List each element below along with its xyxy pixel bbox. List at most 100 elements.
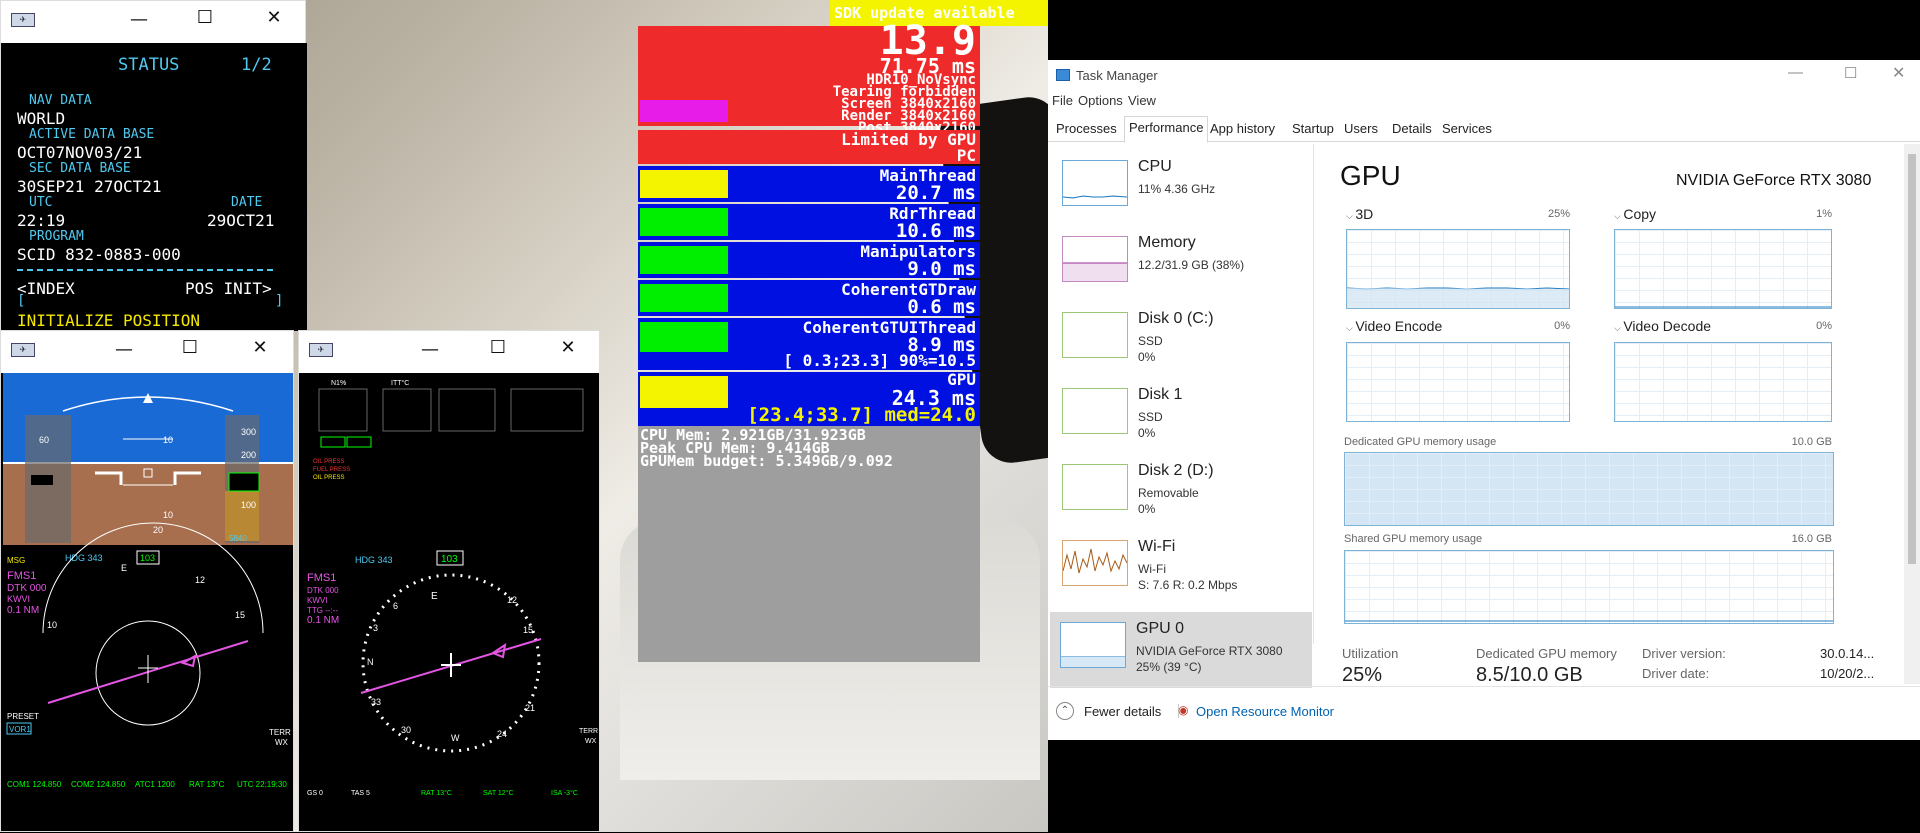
cdu-title: STATUS	[118, 55, 180, 75]
limited-pc: PC	[956, 146, 976, 165]
pfd-fms: FMS1	[7, 570, 36, 582]
dedicated-mem-label: Dedicated GPU memory	[1476, 646, 1617, 661]
menu-options[interactable]: Options	[1078, 93, 1123, 108]
thread-value: 0.6 ms	[907, 296, 976, 318]
gpu-thumb-graph	[1060, 622, 1126, 668]
thread-range: [ 0.3;23.3] 90%=10.5	[783, 351, 976, 370]
memory-thumb-graph	[1062, 236, 1128, 282]
mfd-kwv: KWVI	[307, 596, 327, 605]
resource-cpu[interactable]: CPU 11% 4.36 GHz	[1052, 156, 1314, 232]
maximize-button[interactable]: ☐	[182, 7, 228, 28]
active-db-value: OCT07NOV03/21	[17, 143, 143, 162]
scrollbar-thumb[interactable]	[1908, 154, 1916, 564]
menu-view[interactable]: View	[1128, 93, 1156, 108]
fps-graph	[640, 100, 728, 122]
pfd-hdg-box: 103	[140, 553, 155, 563]
utilization-value: 25%	[1342, 664, 1383, 686]
date-value: 29OCT21	[207, 211, 275, 230]
tab-processes[interactable]: Processes	[1052, 118, 1121, 142]
tab-users[interactable]: Users	[1340, 118, 1382, 142]
maximize-button[interactable]: ☐	[475, 337, 521, 358]
pfd-com1: COM1 124.850	[7, 780, 62, 789]
cdu-window[interactable]: ✈ — ☐ ✕ STATUS 1/2 NAV DATA WORLD ACTIVE…	[0, 0, 307, 331]
tab-startup[interactable]: Startup	[1288, 118, 1338, 142]
mfd-compass-15: 15	[523, 625, 533, 635]
thread-graph	[640, 284, 728, 312]
open-resource-monitor-link[interactable]: Open Resource Monitor	[1196, 704, 1334, 719]
pos-init-key[interactable]: POS INIT>	[185, 279, 272, 298]
thread-graph	[640, 170, 728, 198]
app-icon: ✈	[11, 343, 35, 357]
alt-200: 200	[241, 450, 256, 460]
speed-80: 60	[39, 435, 49, 445]
pfd-ils-alt: 5840	[229, 534, 247, 543]
nav-data-value: WORLD	[17, 109, 66, 128]
minimize-button[interactable]: —	[407, 339, 453, 360]
tab-performance[interactable]: Performance	[1124, 116, 1209, 143]
thread-graph	[640, 322, 728, 352]
pfd-display: 10 10 20 60 300 200 100 5840 MSG FMS1 DT…	[3, 373, 293, 828]
resource-wifi[interactable]: Wi-Fi Wi-Fi S: 7.6 R: 0.2 Mbps	[1052, 536, 1314, 612]
program-value: SCID 832-0883-000	[17, 245, 181, 264]
tab-services[interactable]: Services	[1438, 118, 1496, 142]
scrollbar[interactable]	[1904, 144, 1920, 684]
mfd-compass-12: 12	[507, 595, 517, 605]
graph-copy-title: Copy	[1623, 206, 1657, 222]
maximize-button[interactable]: ☐	[167, 337, 213, 358]
chevron-down-icon[interactable]: ⌵	[1346, 323, 1355, 333]
pfd-preset: PRESET	[7, 712, 39, 721]
graph-3d	[1346, 229, 1570, 309]
title-bar[interactable]: ✈ — ☐ ✕	[1, 1, 305, 43]
resource-gpu0[interactable]: GPU 0 NVIDIA GeForce RTX 3080 25% (39 °C…	[1050, 612, 1312, 688]
graph-decode	[1614, 342, 1832, 422]
chevron-down-icon[interactable]: ⌵	[1614, 323, 1623, 333]
pfd-dtk: DTK 000	[7, 583, 47, 594]
close-button[interactable]: ✕	[545, 337, 591, 358]
task-manager-window[interactable]: Task Manager — ☐ ✕ File Options View Pro…	[1048, 60, 1920, 740]
limited-panel: Limited by GPU PC	[638, 130, 980, 165]
tab-app-history[interactable]: App history	[1206, 118, 1279, 142]
close-button[interactable]: ✕	[1892, 63, 1905, 83]
pitch-10-up: 10	[163, 435, 173, 445]
resource-disk2[interactable]: Disk 2 (D:) Removable 0%	[1052, 460, 1314, 536]
resource-name: Disk 1	[1138, 386, 1183, 403]
minimize-button[interactable]: —	[1788, 64, 1803, 81]
graph-decode-pct: 0%	[1816, 320, 1832, 332]
mfd-tas: TAS 5	[351, 790, 370, 797]
menu-file[interactable]: File	[1052, 93, 1073, 108]
title-bar[interactable]: ✈ — ☐ ✕	[1, 331, 293, 373]
resource-disk1[interactable]: Disk 1 SSD 0%	[1052, 384, 1314, 460]
mfd-compass-w: W	[451, 733, 460, 743]
resource-disk0[interactable]: Disk 0 (C:) SSD 0%	[1052, 308, 1314, 384]
chevron-down-icon[interactable]: ⌵	[1346, 211, 1355, 221]
chevron-up-icon[interactable]: ⌃	[1056, 702, 1074, 720]
maximize-button[interactable]: ☐	[1844, 64, 1857, 82]
close-button[interactable]: ✕	[251, 7, 297, 28]
chevron-down-icon[interactable]: ⌵	[1614, 211, 1623, 221]
pfd-window[interactable]: ✈ — ☐ ✕ 10 10 20 60 300 200 100 5840 MSG…	[0, 330, 294, 832]
fewer-details-button[interactable]: Fewer details	[1084, 704, 1161, 719]
mfd-ttg: TTG --:--	[307, 606, 338, 615]
resource-usage: 25% (39 °C)	[1136, 660, 1202, 674]
compass-12: 12	[195, 575, 205, 585]
gpu-graph	[640, 376, 728, 408]
pfd-vor: VOR1	[9, 725, 31, 734]
tab-details[interactable]: Details	[1388, 118, 1436, 142]
compass-e: E	[121, 563, 127, 573]
gpu-row: GPU 24.3 ms [23.4;33.7] med=24.0	[638, 370, 980, 426]
minimize-button[interactable]: —	[101, 339, 147, 360]
mfd-window[interactable]: ✈ — ☐ ✕ N1% ITT°C OIL PRESS FUEL PRESS O…	[298, 330, 600, 832]
shared-usage-graph	[1344, 550, 1834, 624]
oil-press-warn: OIL PRESS	[313, 459, 344, 465]
resource-detail: Removable	[1138, 486, 1199, 500]
index-key[interactable]: <INDEX	[17, 279, 75, 298]
resource-name: Disk 2 (D:)	[1138, 462, 1214, 479]
close-button[interactable]: ✕	[237, 337, 283, 358]
resource-monitor-icon: ◉	[1178, 703, 1189, 717]
minimize-button[interactable]: —	[116, 9, 162, 30]
resource-memory[interactable]: Memory 12.2/31.9 GB (38%)	[1052, 232, 1314, 308]
resource-name: Wi-Fi	[1138, 538, 1176, 555]
resource-detail: Wi-Fi	[1138, 562, 1166, 576]
title-bar[interactable]: ✈ — ☐ ✕	[299, 331, 599, 373]
dedicated-usage-max: 10.0 GB	[1791, 436, 1832, 448]
